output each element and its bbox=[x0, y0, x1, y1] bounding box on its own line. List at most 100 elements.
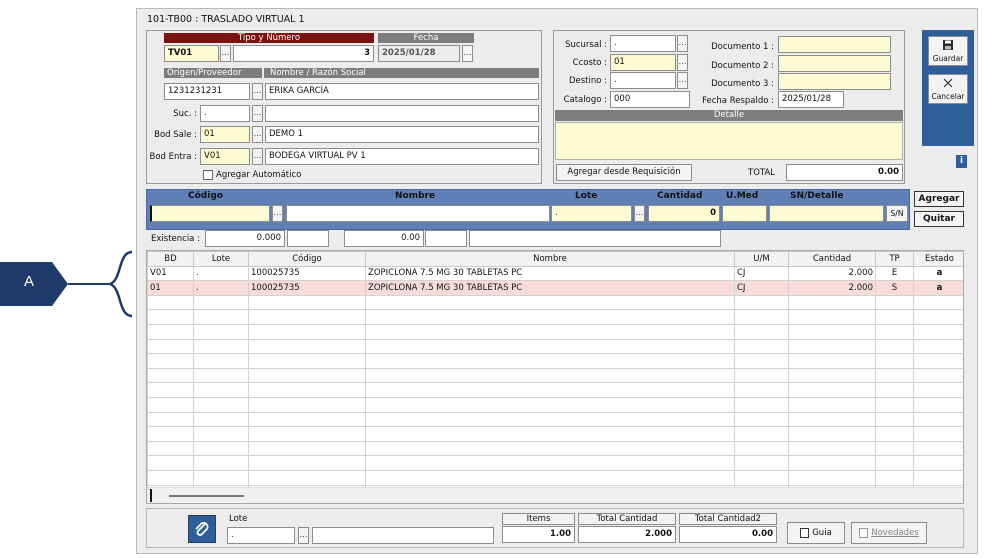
documento1-field[interactable] bbox=[778, 36, 891, 53]
table-row[interactable] bbox=[147, 353, 963, 369]
guardar-label: Guardar bbox=[932, 54, 964, 63]
entry-cantidad-field[interactable]: 0 bbox=[648, 205, 720, 222]
ccosto-lookup-button[interactable]: … bbox=[677, 54, 688, 71]
table-row[interactable] bbox=[147, 323, 963, 340]
destino-lookup-button[interactable]: … bbox=[677, 72, 688, 89]
quitar-button[interactable]: Quitar bbox=[914, 211, 964, 227]
suc-field[interactable]: . bbox=[200, 105, 250, 122]
bod-sale-lookup-button[interactable]: … bbox=[252, 126, 263, 143]
guia-label: Guia bbox=[812, 528, 832, 538]
table-row[interactable] bbox=[147, 396, 963, 413]
table-row[interactable] bbox=[147, 469, 963, 486]
tipo-lookup-button[interactable]: … bbox=[220, 45, 231, 62]
entry-sn-field[interactable] bbox=[769, 205, 884, 222]
table-cell bbox=[913, 469, 963, 486]
suc-label: Suc. : bbox=[173, 109, 197, 119]
sucursal-lookup-button[interactable]: … bbox=[677, 35, 688, 52]
bod-sale-field[interactable]: 01 bbox=[200, 126, 250, 143]
guardar-button[interactable]: Guardar bbox=[928, 36, 968, 66]
fecha-header: Fecha bbox=[378, 33, 474, 43]
items-grid[interactable]: BD Lote Código Nombre U/M Cantidad TP Estado V0… bbox=[146, 250, 964, 504]
attach-button[interactable] bbox=[188, 515, 216, 543]
entry-codigo-field[interactable] bbox=[150, 205, 270, 222]
guia-button[interactable]: Guia bbox=[787, 522, 845, 544]
destino-field[interactable]: . bbox=[610, 72, 676, 89]
documento2-field[interactable] bbox=[778, 55, 891, 72]
table-cell bbox=[248, 338, 366, 355]
info-icon[interactable]: i bbox=[956, 155, 967, 168]
table-cell bbox=[365, 309, 735, 325]
table-cell bbox=[913, 440, 963, 457]
existencia-field-2 bbox=[287, 230, 329, 247]
detalle-textarea[interactable] bbox=[555, 122, 903, 160]
agregar-automatico-checkbox[interactable] bbox=[203, 170, 213, 180]
grid-col-header[interactable]: Cantidad bbox=[788, 251, 876, 267]
origen-field[interactable]: 1231231231 bbox=[164, 83, 250, 100]
table-cell bbox=[365, 396, 735, 413]
table-cell bbox=[913, 455, 963, 471]
bod-sale-name-field[interactable]: DEMO 1 bbox=[265, 126, 539, 143]
nombre-field[interactable]: ERIKA GARCÍA bbox=[265, 83, 539, 100]
table-row[interactable] bbox=[147, 440, 963, 457]
tipo-field[interactable]: TV01 bbox=[164, 45, 219, 62]
entry-lote-field[interactable]: . bbox=[551, 205, 632, 222]
total-cantidad2-field: 0.00 bbox=[679, 526, 777, 543]
grid-col-header[interactable]: Estado bbox=[913, 251, 963, 267]
footer-lote-field[interactable]: . bbox=[227, 527, 295, 544]
entry-codigo-lookup-button[interactable]: … bbox=[272, 205, 283, 222]
table-row[interactable]: 01. 100025735 ZOPICLONA 7.5 MG 30 TABLETAS… bbox=[147, 280, 963, 296]
table-cell: 100025735 bbox=[248, 265, 366, 282]
table-cell bbox=[875, 455, 914, 471]
table-row[interactable] bbox=[147, 455, 963, 471]
table-cell bbox=[734, 323, 789, 340]
sucursal-field[interactable]: . bbox=[610, 35, 676, 52]
grid-col-header[interactable]: Código bbox=[248, 251, 366, 267]
grid-scrollbar-thumb[interactable] bbox=[169, 495, 244, 497]
document-icon bbox=[800, 527, 810, 538]
fecha-field[interactable]: 2025/01/28 bbox=[378, 45, 460, 62]
footer-lote-lookup-button[interactable]: … bbox=[298, 527, 309, 544]
agregar-requisicion-button[interactable]: Agregar desde Requisición bbox=[556, 164, 692, 181]
table-row[interactable] bbox=[147, 338, 963, 355]
numero-field[interactable]: 3 bbox=[233, 45, 374, 62]
table-row[interactable]: V01. 100025735 ZOPICLONA 7.5 MG 30 TABLETA… bbox=[147, 265, 963, 282]
entry-umed-field[interactable] bbox=[722, 205, 767, 222]
grid-col-header[interactable]: U/M bbox=[734, 251, 789, 267]
fecha-respaldo-field[interactable]: 2025/01/28 bbox=[778, 91, 844, 108]
grid-scrollbar[interactable] bbox=[147, 487, 963, 503]
table-cell bbox=[875, 440, 914, 457]
footer-lote-name-field[interactable] bbox=[312, 527, 494, 544]
suc-name-field[interactable] bbox=[265, 105, 539, 122]
grid-col-header[interactable]: BD bbox=[147, 251, 194, 267]
bod-entra-name-field[interactable]: BODEGA VIRTUAL PV 1 bbox=[265, 148, 539, 165]
bod-entra-lookup-button[interactable]: … bbox=[252, 148, 263, 165]
grid-col-header[interactable]: Lote bbox=[193, 251, 249, 267]
table-cell bbox=[875, 309, 914, 325]
grid-col-header[interactable]: Nombre bbox=[365, 251, 735, 267]
suc-lookup-button[interactable]: … bbox=[252, 105, 263, 122]
destino-label: Destino : bbox=[568, 76, 607, 86]
agregar-button[interactable]: Agregar bbox=[914, 191, 964, 207]
table-row[interactable] bbox=[147, 309, 963, 325]
table-row[interactable] bbox=[147, 294, 963, 311]
sn-button[interactable]: S/N bbox=[886, 205, 908, 222]
origen-lookup-button[interactable]: … bbox=[252, 83, 263, 100]
entry-lote-lookup-button[interactable]: … bbox=[634, 205, 645, 222]
table-row[interactable] bbox=[147, 367, 963, 384]
entry-nombre-field[interactable] bbox=[286, 205, 550, 222]
catalogo-field[interactable]: 000 bbox=[610, 91, 690, 108]
fecha-picker-button[interactable]: … bbox=[462, 45, 473, 62]
table-cell bbox=[875, 426, 914, 442]
existencia-field-5 bbox=[469, 230, 721, 247]
bod-entra-field[interactable]: V01 bbox=[200, 148, 250, 165]
ccosto-field[interactable]: 01 bbox=[610, 54, 676, 71]
documento3-field[interactable] bbox=[778, 73, 891, 90]
table-row[interactable] bbox=[147, 426, 963, 442]
table-row[interactable] bbox=[147, 411, 963, 428]
table-row[interactable] bbox=[147, 382, 963, 398]
novedades-button[interactable]: Novedades bbox=[851, 522, 927, 544]
cancelar-button[interactable]: Cancelar bbox=[928, 74, 968, 104]
items-table: BD Lote Código Nombre U/M Cantidad TP Estado V0… bbox=[147, 251, 963, 501]
table-cell bbox=[913, 309, 963, 325]
grid-col-header[interactable]: TP bbox=[875, 251, 914, 267]
